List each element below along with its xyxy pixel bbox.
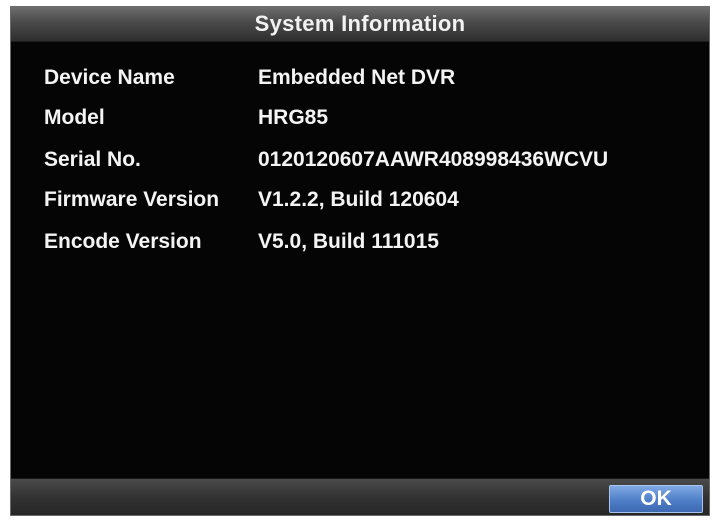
info-row-model: Model HRG85 (44, 105, 328, 131)
device-name-value: Embedded Net DVR (258, 66, 456, 89)
info-row-firmware-version: Firmware Version V1.2.2, Build 120604 (44, 187, 459, 213)
encode-version-label: Encode Version (44, 230, 202, 253)
info-row-device-name: Device Name Embedded Net DVR (44, 65, 455, 91)
info-row-serial-number: Serial No. 0120120607AAWR408998436WCVU (44, 147, 608, 173)
dialog-title: System Information (254, 11, 466, 36)
firmware-version-value: V1.2.2, Build 120604 (258, 188, 459, 211)
encode-version-value: V5.0, Build 111015 (258, 230, 439, 253)
dialog-footer: OK (11, 478, 709, 515)
device-name-label: Device Name (44, 66, 175, 89)
info-row-encode-version: Encode Version V5.0, Build 111015 (44, 229, 439, 255)
firmware-version-label: Firmware Version (44, 188, 220, 211)
serial-number-label: Serial No. (44, 148, 141, 171)
system-information-dialog: System Information Device Name Embedded N… (10, 6, 710, 516)
model-value: HRG85 (258, 106, 329, 129)
serial-number-value: 0120120607AAWR408998436WCVU (258, 148, 609, 171)
dialog-title-bar: System Information (11, 7, 709, 42)
ok-button[interactable]: OK (609, 485, 703, 513)
model-label: Model (44, 106, 105, 129)
